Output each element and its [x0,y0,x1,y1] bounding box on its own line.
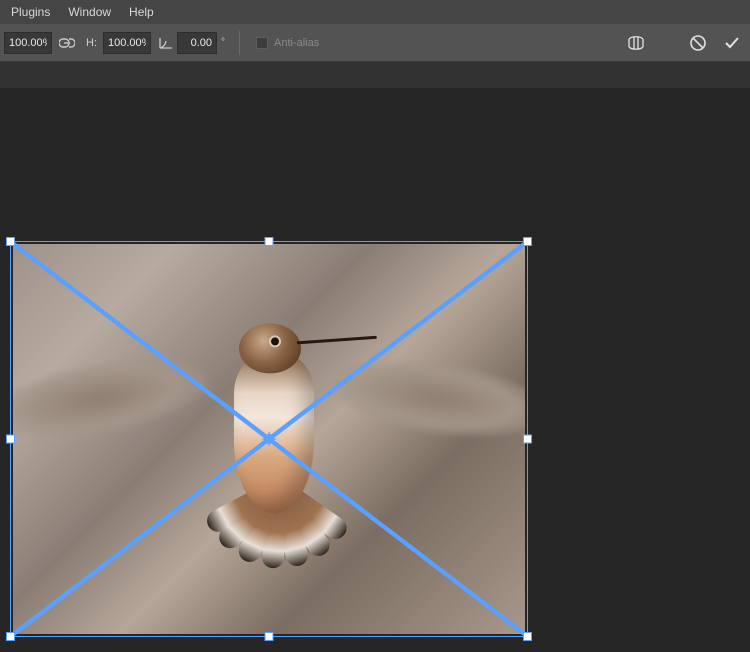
antialias-checkbox[interactable] [256,37,268,49]
image-content [139,293,399,553]
angle-field[interactable] [177,32,217,54]
link-icon[interactable] [58,34,76,52]
height-field[interactable] [103,32,151,54]
transform-handle-top-left[interactable] [6,237,15,246]
menu-help[interactable]: Help [120,1,163,23]
angle-unit: ° [219,37,227,48]
antialias-toggle[interactable]: Anti-alias [256,37,319,49]
angle-icon [157,34,175,52]
commit-icon[interactable] [718,29,746,57]
menu-bar: Plugins Window Help [0,0,750,24]
transform-handle-bottom[interactable] [265,632,274,641]
height-label: H: [86,37,97,49]
cancel-icon[interactable] [684,29,712,57]
menu-plugins[interactable]: Plugins [2,1,59,23]
menu-window[interactable]: Window [59,1,120,23]
separator [239,31,240,55]
transform-center-point[interactable] [262,432,276,446]
transform-handle-top[interactable] [265,237,274,246]
transform-handle-top-right[interactable] [523,237,532,246]
antialias-label: Anti-alias [274,37,319,49]
workspace[interactable] [0,62,750,652]
options-bar: H: ° Anti-alias [0,24,750,62]
transform-handle-bottom-right[interactable] [523,632,532,641]
warp-mesh-icon[interactable] [622,29,650,57]
transform-handle-bottom-left[interactable] [6,632,15,641]
transform-handle-right[interactable] [523,435,532,444]
document-tab-strip [0,62,750,88]
transform-handle-left[interactable] [6,435,15,444]
width-field[interactable] [4,32,52,54]
